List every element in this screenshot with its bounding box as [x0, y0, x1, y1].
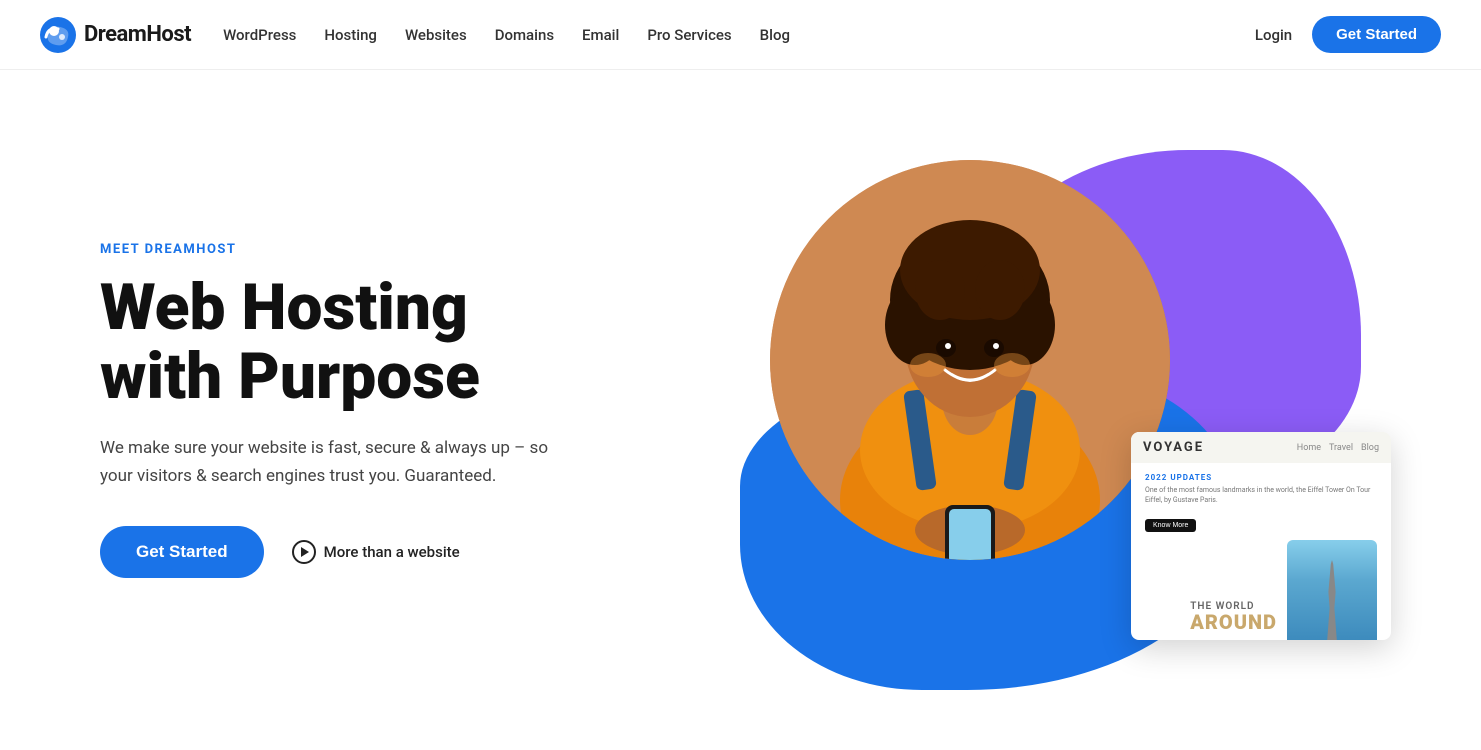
- hero-eyebrow: MEET DREAMHOST: [100, 242, 680, 257]
- play-icon: [292, 540, 316, 564]
- around-text: AROUND: [1190, 612, 1277, 640]
- nav-item-domains[interactable]: Domains: [495, 25, 554, 44]
- hero-heading-line2: with Purpose: [100, 339, 480, 414]
- get-started-nav-button[interactable]: Get Started: [1312, 16, 1441, 53]
- eiffel-tower-image: [1287, 540, 1377, 640]
- nav-item-email[interactable]: Email: [582, 25, 619, 44]
- navbar-right: Login Get Started: [1255, 16, 1441, 53]
- card-image-area: THE WORLD AROUND: [1131, 540, 1391, 640]
- card-nav-blog: Blog: [1361, 443, 1379, 453]
- nav-item-websites[interactable]: Websites: [405, 25, 467, 44]
- get-started-hero-button[interactable]: Get Started: [100, 526, 264, 578]
- card-brand-name: VOYAGE: [1143, 440, 1204, 455]
- hero-actions: Get Started More than a website: [100, 526, 680, 578]
- hero-photo-circle: [770, 160, 1170, 560]
- hero-heading: Web Hosting with Purpose: [100, 273, 680, 411]
- more-than-website-link[interactable]: More than a website: [292, 540, 460, 564]
- person-illustration: [770, 160, 1170, 560]
- login-link[interactable]: Login: [1255, 26, 1292, 44]
- hero-subtext: We make sure your website is fast, secur…: [100, 435, 580, 489]
- card-nav-dots: Home Travel Blog: [1297, 443, 1379, 453]
- nav-item-hosting[interactable]: Hosting: [324, 25, 377, 44]
- brand-name: DreamHost: [84, 22, 191, 47]
- hero-content: MEET DREAMHOST Web Hosting with Purpose …: [100, 242, 680, 578]
- hero-section: MEET DREAMHOST Web Hosting with Purpose …: [0, 70, 1481, 750]
- card-know-more-button[interactable]: Know More: [1145, 519, 1196, 532]
- navbar-left: DreamHost WordPress Hosting Websites Dom…: [40, 17, 790, 53]
- website-card: VOYAGE Home Travel Blog 2022 UPDATES One…: [1131, 432, 1391, 640]
- card-nav-home: Home: [1297, 443, 1321, 453]
- nav-link-pro-services[interactable]: Pro Services: [647, 26, 731, 44]
- play-triangle: [301, 547, 309, 557]
- nav-link-domains[interactable]: Domains: [495, 26, 554, 44]
- more-label-text: More than a website: [324, 543, 460, 561]
- nav-item-pro-services[interactable]: Pro Services: [647, 25, 731, 44]
- card-description: One of the most famous landmarks in the …: [1145, 486, 1377, 506]
- card-nav-travel: Travel: [1329, 443, 1353, 453]
- nav-link-email[interactable]: Email: [582, 26, 619, 44]
- tower-shape: [1320, 560, 1344, 640]
- card-world-around-text: THE WORLD AROUND: [1190, 601, 1277, 640]
- nav-link-websites[interactable]: Websites: [405, 26, 467, 44]
- nav-link-wordpress[interactable]: WordPress: [223, 26, 296, 44]
- dreamhost-logo-icon: [40, 17, 76, 53]
- nav-item-blog[interactable]: Blog: [760, 25, 790, 44]
- nav-link-blog[interactable]: Blog: [760, 26, 790, 44]
- hero-heading-line1: Web Hosting: [100, 270, 468, 345]
- hero-visual: VOYAGE Home Travel Blog 2022 UPDATES One…: [720, 130, 1401, 690]
- card-header: VOYAGE Home Travel Blog: [1131, 432, 1391, 463]
- nav-links: WordPress Hosting Websites Domains Email…: [223, 25, 790, 44]
- nav-item-wordpress[interactable]: WordPress: [223, 25, 296, 44]
- card-tag: 2022 UPDATES: [1145, 473, 1377, 482]
- navbar: DreamHost WordPress Hosting Websites Dom…: [0, 0, 1481, 70]
- card-body: 2022 UPDATES One of the most famous land…: [1131, 463, 1391, 540]
- nav-link-hosting[interactable]: Hosting: [324, 26, 377, 44]
- logo-link[interactable]: DreamHost: [40, 17, 191, 53]
